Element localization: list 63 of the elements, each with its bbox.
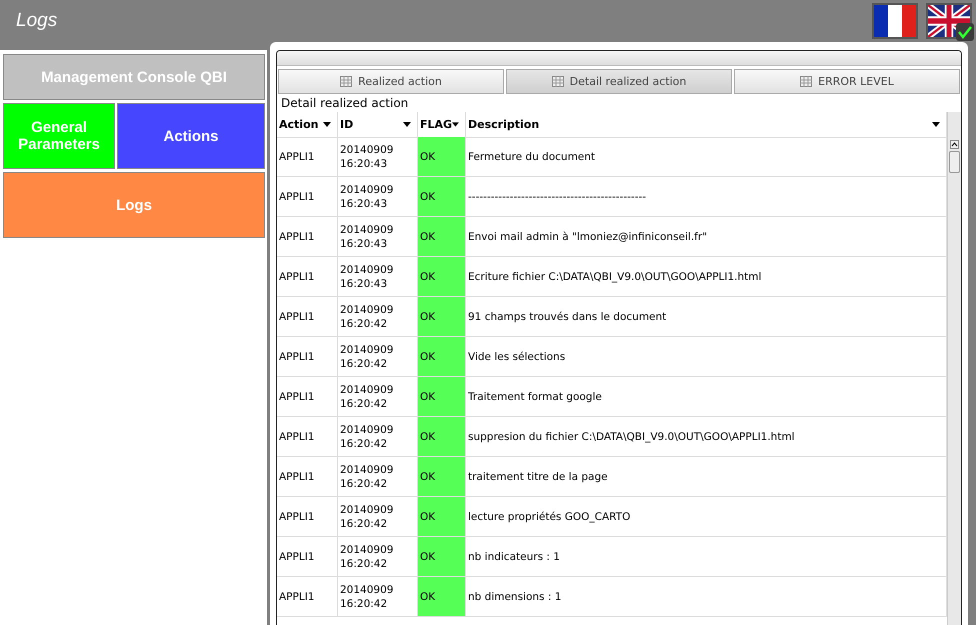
table-cell: APPLI1 [277, 417, 338, 457]
table-cell: Envoi mail admin à "lmoniez@infiniconseil.fr" [466, 217, 947, 257]
flag-cell: OK [418, 577, 466, 617]
table-cell: APPLI1 [277, 577, 338, 617]
table-cell: APPLI1 [277, 137, 338, 177]
language-button[interactable] [872, 3, 918, 39]
tab[interactable]: Realized action [278, 69, 504, 94]
sort-caret-icon[interactable] [452, 122, 459, 127]
table-cell: APPLI1 [277, 177, 338, 217]
table-caption: Detail realized action [280, 95, 410, 112]
table-cell: lecture propriétés GOO_CARTO [466, 497, 947, 537]
table-cell: APPLI1 [277, 497, 338, 537]
column-header-label: Action [279, 118, 318, 131]
table-cell: APPLI1 [277, 297, 338, 337]
table-icon [800, 76, 812, 87]
table-cell: APPLI1 [277, 537, 338, 577]
table-cell: ----------------------------------------------- [466, 177, 947, 217]
table-cell: nb indicateurs : 1 [466, 537, 947, 577]
sort-caret-icon[interactable] [323, 122, 331, 127]
table-cell: nb dimensions : 1 [466, 577, 947, 617]
scroll-thumb[interactable] [949, 151, 960, 173]
flag-cell: OK [418, 497, 466, 537]
tab[interactable]: Detail realized action [506, 69, 732, 94]
flag-cell: OK [418, 377, 466, 417]
table-cell: Vide les sélections [466, 337, 947, 377]
flag-cell: OK [418, 177, 466, 217]
checkmark-icon [956, 23, 974, 41]
column-header[interactable]: Action [277, 112, 338, 138]
table-cell: APPLI1 [277, 257, 338, 297]
table-cell: Fermeture du document [466, 137, 947, 177]
column-header-label: FLAG [420, 118, 452, 131]
column-header-label: ID [340, 118, 354, 131]
column-header[interactable]: Description [466, 112, 947, 138]
window-title: Logs [16, 10, 58, 32]
scroll-up-icon[interactable] [950, 140, 959, 149]
table-cell: APPLI1 [277, 457, 338, 497]
table-cell: APPLI1 [277, 337, 338, 377]
flag-cell: OK [418, 337, 466, 377]
table-cell: Ecriture fichier C:\DATA\QBI_V9.0\OUT\GOO\APPLI1.html [466, 257, 947, 297]
flag-cell: OK [418, 457, 466, 497]
column-header[interactable]: ID [338, 112, 418, 138]
france-flag-icon [874, 5, 916, 37]
table-cell: APPLI1 [277, 377, 338, 417]
table-icon [552, 76, 564, 87]
scrollbar[interactable] [947, 112, 961, 625]
nav-button[interactable]: Actions [117, 103, 265, 169]
flag-cell: OK [418, 537, 466, 577]
flag-cell: OK [418, 297, 466, 337]
flag-cell: OK [418, 217, 466, 257]
table-icon [340, 76, 352, 87]
language-button[interactable] [926, 3, 972, 39]
flag-cell: OK [418, 417, 466, 457]
table-cell: Traitement format google [466, 377, 947, 417]
tab[interactable]: ERROR LEVEL [734, 69, 960, 94]
sort-caret-icon[interactable] [403, 122, 411, 127]
sort-caret-icon[interactable] [932, 122, 940, 127]
flag-cell: OK [418, 137, 466, 177]
table-cell: 91 champs trouvés dans le document [466, 297, 947, 337]
flag-cell: OK [418, 257, 466, 297]
table-cell: suppresion du fichier C:\DATA\QBI_V9.0\OUT\GOO\APPLI1.html [466, 417, 947, 457]
column-header-label: Description [468, 118, 540, 131]
table-cell: traitement titre de la page [466, 457, 947, 497]
table-cell: APPLI1 [277, 217, 338, 257]
